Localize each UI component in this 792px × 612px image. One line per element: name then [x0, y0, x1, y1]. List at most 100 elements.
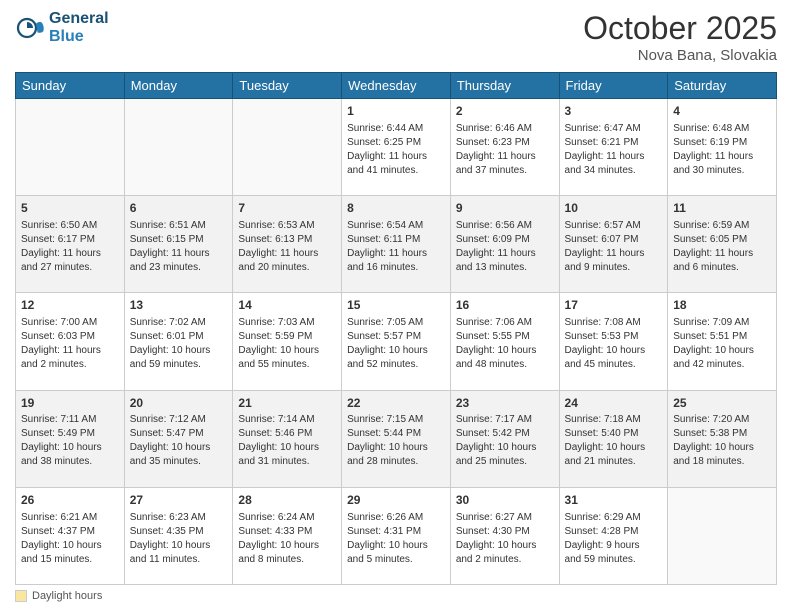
day-number: 27	[130, 492, 228, 509]
calendar-cell: 26Sunrise: 6:21 AMSunset: 4:37 PMDayligh…	[16, 487, 125, 584]
day-info-line: Daylight: 10 hours	[21, 441, 119, 455]
calendar-cell: 7 Sunrise: 6:53 AMSunset: 6:13 PMDaylight…	[233, 196, 342, 293]
day-info-line: Sunrise: 7:05 AM	[347, 316, 445, 330]
logo-icon	[15, 13, 45, 43]
day-info-line: Sunset: 6:13 PM	[238, 233, 336, 247]
calendar-cell: 28Sunrise: 6:24 AMSunset: 4:33 PMDayligh…	[233, 487, 342, 584]
day-info-line: Sunset: 5:53 PM	[565, 330, 663, 344]
day-number: 23	[456, 395, 554, 412]
calendar-cell: 14Sunrise: 7:03 AMSunset: 5:59 PMDayligh…	[233, 293, 342, 390]
day-info-line: Sunset: 5:38 PM	[673, 427, 771, 441]
day-info-line: Daylight: 10 hours	[347, 539, 445, 553]
day-info-line: and 37 minutes.	[456, 164, 554, 178]
day-info-line: Sunrise: 7:12 AM	[130, 413, 228, 427]
week-row-3: 12Sunrise: 7:00 AMSunset: 6:03 PMDayligh…	[16, 293, 777, 390]
day-info-line: and 35 minutes.	[130, 455, 228, 469]
day-info-line: and 42 minutes.	[673, 358, 771, 372]
day-info-line: Daylight: 10 hours	[347, 344, 445, 358]
day-info-line: Daylight: 11 hours	[21, 247, 119, 261]
day-info-line: and 16 minutes.	[347, 261, 445, 275]
footer: Daylight hours	[15, 590, 777, 602]
day-info-line: Daylight: 10 hours	[130, 344, 228, 358]
calendar-cell	[16, 99, 125, 196]
day-number: 17	[565, 297, 663, 314]
day-number: 8	[347, 200, 445, 217]
day-info-line: Sunset: 6:03 PM	[21, 330, 119, 344]
col-header-saturday: Saturday	[668, 73, 777, 99]
day-info-line: Sunset: 6:15 PM	[130, 233, 228, 247]
calendar-cell: 5Sunrise: 6:50 AMSunset: 6:17 PMDaylight…	[16, 196, 125, 293]
day-info-line: Sunrise: 6:53 AM	[238, 219, 336, 233]
day-info-line: Sunset: 6:23 PM	[456, 136, 554, 150]
calendar-cell: 25Sunrise: 7:20 AMSunset: 5:38 PMDayligh…	[668, 390, 777, 487]
day-info-line: Daylight: 11 hours	[456, 247, 554, 261]
day-number: 30	[456, 492, 554, 509]
day-info-line: Sunset: 6:17 PM	[21, 233, 119, 247]
day-info-line: Daylight: 10 hours	[673, 344, 771, 358]
day-number: 2	[456, 103, 554, 120]
col-header-wednesday: Wednesday	[342, 73, 451, 99]
logo-blue-text: Blue	[49, 28, 109, 46]
day-info-line: Sunset: 6:11 PM	[347, 233, 445, 247]
logo: General Blue	[15, 10, 109, 46]
day-info-line: and 34 minutes.	[565, 164, 663, 178]
calendar-cell: 20Sunrise: 7:12 AMSunset: 5:47 PMDayligh…	[124, 390, 233, 487]
day-info-line: and 5 minutes.	[347, 553, 445, 567]
footer-label: Daylight hours	[32, 590, 102, 602]
calendar-cell: 15 Sunrise: 7:05 AMSunset: 5:57 PMDayligh…	[342, 293, 451, 390]
day-info-line: Sunrise: 7:11 AM	[21, 413, 119, 427]
col-header-friday: Friday	[559, 73, 668, 99]
day-info-line: Sunset: 5:42 PM	[456, 427, 554, 441]
day-info-line: Daylight: 11 hours	[130, 247, 228, 261]
calendar-cell: 1Sunrise: 6:44 AMSunset: 6:25 PMDaylight…	[342, 99, 451, 196]
calendar-cell: 23Sunrise: 7:17 AMSunset: 5:42 PMDayligh…	[450, 390, 559, 487]
day-info-line: Sunrise: 6:56 AM	[456, 219, 554, 233]
day-info-line: Sunrise: 6:48 AM	[673, 122, 771, 136]
day-info-line: and 11 minutes.	[130, 553, 228, 567]
day-info-line: and 30 minutes.	[673, 164, 771, 178]
day-info-line: Sunrise: 6:29 AM	[565, 511, 663, 525]
daylight-indicator	[15, 590, 27, 602]
day-number: 29	[347, 492, 445, 509]
calendar-cell: 18Sunrise: 7:09 AMSunset: 5:51 PMDayligh…	[668, 293, 777, 390]
day-info-line: Daylight: 11 hours	[673, 150, 771, 164]
day-number: 20	[130, 395, 228, 412]
day-info-line: and 55 minutes.	[238, 358, 336, 372]
header-row: SundayMondayTuesdayWednesdayThursdayFrid…	[16, 73, 777, 99]
day-info-line: Sunset: 6:01 PM	[130, 330, 228, 344]
calendar-cell: 4Sunrise: 6:48 AMSunset: 6:19 PMDaylight…	[668, 99, 777, 196]
calendar-cell: 13Sunrise: 7:02 AMSunset: 6:01 PMDayligh…	[124, 293, 233, 390]
day-info-line: and 28 minutes.	[347, 455, 445, 469]
calendar-cell: 6Sunrise: 6:51 AMSunset: 6:15 PMDaylight…	[124, 196, 233, 293]
day-info-line: Sunset: 5:40 PM	[565, 427, 663, 441]
day-info-line: Sunrise: 7:06 AM	[456, 316, 554, 330]
calendar-cell: 3Sunrise: 6:47 AMSunset: 6:21 PMDaylight…	[559, 99, 668, 196]
day-info-line: and 23 minutes.	[130, 261, 228, 275]
day-number: 15	[347, 297, 445, 314]
day-number: 31	[565, 492, 663, 509]
day-info-line: Sunset: 5:49 PM	[21, 427, 119, 441]
day-info-line: Sunrise: 6:24 AM	[238, 511, 336, 525]
calendar-cell: 10Sunrise: 6:57 AMSunset: 6:07 PMDayligh…	[559, 196, 668, 293]
calendar-cell: 31Sunrise: 6:29 AMSunset: 4:28 PMDayligh…	[559, 487, 668, 584]
day-info-line: and 52 minutes.	[347, 358, 445, 372]
day-info-line: and 59 minutes.	[130, 358, 228, 372]
day-info-line: Daylight: 9 hours	[565, 539, 663, 553]
day-info-line: Sunrise: 6:23 AM	[130, 511, 228, 525]
day-number: 18	[673, 297, 771, 314]
day-number: 24	[565, 395, 663, 412]
day-number: 7	[238, 200, 336, 217]
day-info-line: Daylight: 11 hours	[456, 150, 554, 164]
day-info-line: Sunset: 6:25 PM	[347, 136, 445, 150]
col-header-monday: Monday	[124, 73, 233, 99]
day-number: 4	[673, 103, 771, 120]
day-info-line: Daylight: 10 hours	[456, 539, 554, 553]
day-info-line: Daylight: 11 hours	[238, 247, 336, 261]
day-number: 22	[347, 395, 445, 412]
day-info-line: Sunset: 5:57 PM	[347, 330, 445, 344]
day-info-line: Sunset: 6:07 PM	[565, 233, 663, 247]
calendar-cell: 30Sunrise: 6:27 AMSunset: 4:30 PMDayligh…	[450, 487, 559, 584]
day-info-line: Sunset: 4:31 PM	[347, 525, 445, 539]
day-info-line: Daylight: 10 hours	[130, 441, 228, 455]
day-number: 11	[673, 200, 771, 217]
